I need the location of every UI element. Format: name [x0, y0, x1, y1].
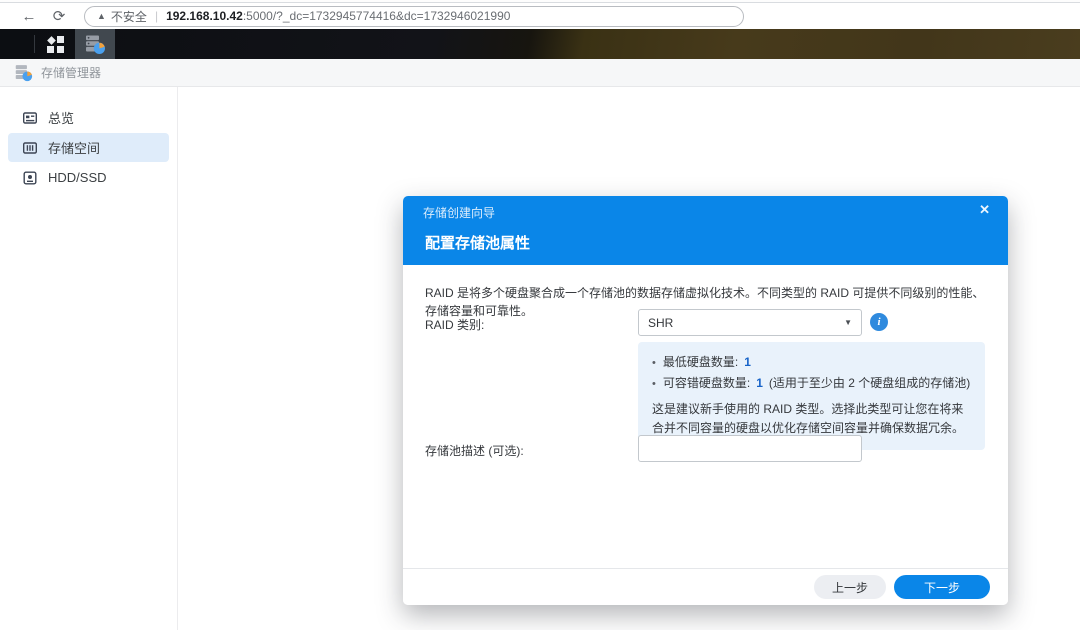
bullet-icon: •: [652, 375, 656, 394]
main-menu-icon: [47, 36, 64, 53]
main-menu-button[interactable]: [35, 29, 75, 59]
sidebar: 总览 存储空间: [0, 87, 178, 630]
raid-type-select[interactable]: SHR ▼: [638, 309, 862, 336]
min-disks-label: 最低硬盘数量:: [663, 352, 738, 373]
tolerance-row: • 可容错硬盘数量: 1 (适用于至少由 2 个硬盘组成的存储池): [652, 373, 971, 394]
address-separator: |: [155, 9, 158, 23]
security-label[interactable]: 不安全: [111, 8, 147, 25]
sidebar-item-hdd-ssd[interactable]: HDD/SSD: [8, 163, 169, 192]
window-title: 存储管理器: [41, 64, 101, 81]
raid-type-label: RAID 类别:: [425, 316, 484, 333]
storage-wizard-dialog: 存储创建向导 ✕ 配置存储池属性 RAID 是将多个硬盘聚合成一个存储池的数据存…: [403, 196, 1008, 605]
dialog-header: 存储创建向导 ✕ 配置存储池属性: [403, 196, 1008, 265]
sidebar-item-label: HDD/SSD: [48, 170, 107, 185]
raid-recommendation-text: 这是建议新手使用的 RAID 类型。选择此类型可让您在将来合并不同容量的硬盘以优…: [652, 400, 971, 438]
storage-manager-taskbar-button[interactable]: [75, 29, 115, 59]
close-icon[interactable]: ✕: [979, 202, 990, 218]
dialog-footer: 上一步 下一步: [403, 568, 1008, 605]
storage-manager-window-icon: [14, 63, 33, 82]
next-button[interactable]: 下一步: [894, 575, 990, 599]
window-title-bar: 存储管理器: [0, 59, 1080, 87]
chevron-down-icon: ▼: [844, 318, 852, 327]
hdd-icon: [22, 170, 38, 186]
overview-icon: [22, 110, 38, 126]
dialog-title: 存储创建向导: [423, 204, 495, 221]
back-icon[interactable]: ←: [14, 8, 44, 25]
min-disks-row: • 最低硬盘数量: 1: [652, 352, 971, 373]
info-icon[interactable]: i: [870, 313, 888, 331]
storage-manager-icon: [84, 33, 106, 55]
url-path[interactable]: :5000/?_dc=1732945774416&dc=173294602199…: [243, 9, 511, 23]
previous-button[interactable]: 上一步: [814, 575, 886, 599]
sidebar-item-label: 总览: [48, 108, 74, 127]
tolerance-value: 1: [756, 373, 763, 394]
browser-toolbar: ← ⟳ ▲ 不安全 | 192.168.10.42 :5000/?_dc=173…: [0, 3, 1080, 29]
refresh-icon[interactable]: ⟳: [44, 7, 74, 25]
tolerance-label: 可容错硬盘数量:: [663, 373, 750, 394]
bullet-icon: •: [652, 354, 656, 373]
dsm-taskbar: [0, 29, 1080, 59]
screen: ← ⟳ ▲ 不安全 | 192.168.10.42 :5000/?_dc=173…: [0, 0, 1080, 630]
tolerance-note: (适用于至少由 2 个硬盘组成的存储池): [769, 373, 970, 394]
sidebar-item-storage-space[interactable]: 存储空间: [8, 133, 169, 162]
url-host[interactable]: 192.168.10.42: [166, 9, 243, 23]
sidebar-item-label: 存储空间: [48, 138, 100, 157]
min-disks-value: 1: [744, 352, 751, 373]
sidebar-item-overview[interactable]: 总览: [8, 103, 169, 132]
address-bar[interactable]: ▲ 不安全 | 192.168.10.42 :5000/?_dc=1732945…: [84, 6, 744, 27]
raid-info-box: • 最低硬盘数量: 1 • 可容错硬盘数量: 1 (适用于至少由 2 个硬盘组成…: [638, 342, 985, 450]
security-warning-icon[interactable]: ▲: [97, 11, 106, 21]
storage-space-icon: [22, 140, 38, 156]
raid-type-value: SHR: [648, 316, 673, 330]
step-title: 配置存储池属性: [425, 232, 530, 253]
pool-description-input[interactable]: [638, 435, 862, 462]
pool-description-label: 存储池描述 (可选):: [425, 442, 524, 459]
